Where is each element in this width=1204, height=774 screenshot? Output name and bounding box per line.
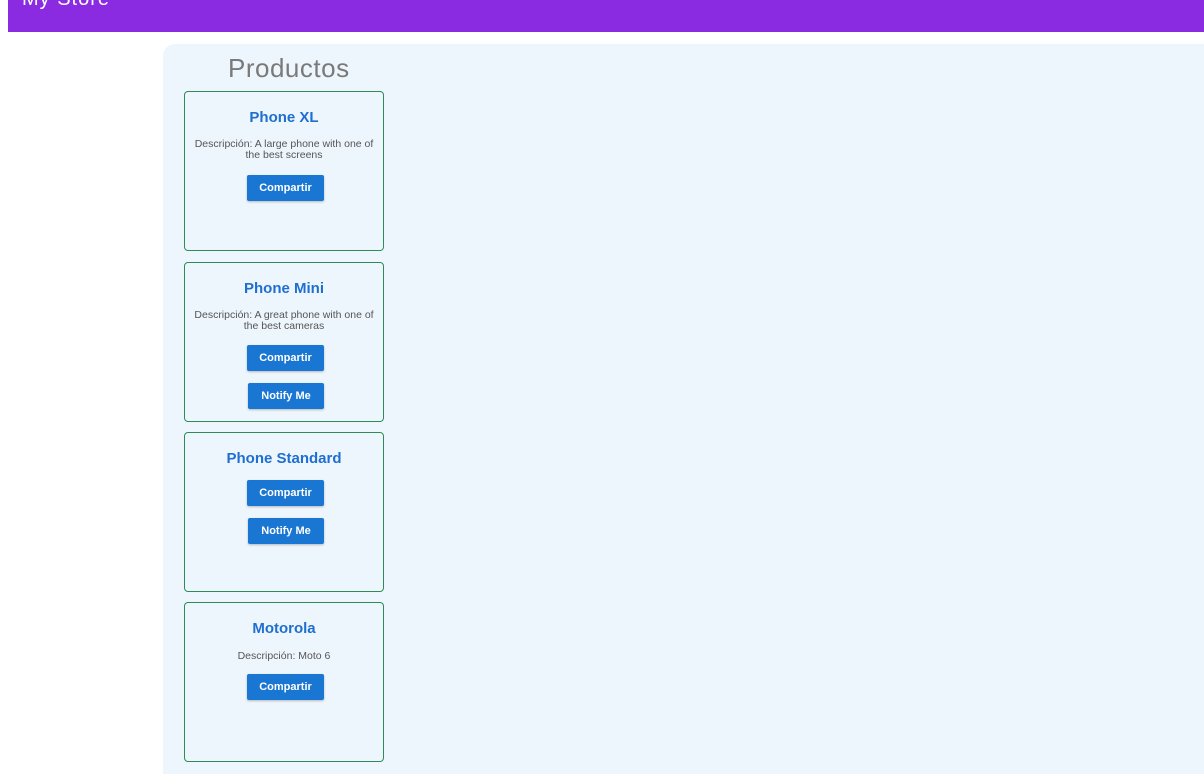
notify-me-button[interactable]: Notify Me — [248, 383, 324, 409]
product-card: Motorola Descripción: Moto 6 Compartir — [184, 602, 384, 762]
product-card: Phone Standard Compartir Notify Me — [184, 432, 384, 592]
product-description: Descripción: A large phone with one of t… — [194, 138, 374, 161]
share-button[interactable]: Compartir — [247, 345, 324, 371]
product-name-link[interactable]: Phone XL — [185, 108, 383, 128]
product-card: Phone Mini Descripción: A great phone wi… — [184, 262, 384, 422]
share-button[interactable]: Compartir — [247, 175, 324, 201]
share-button[interactable]: Compartir — [247, 674, 324, 700]
product-name-link[interactable]: Phone Mini — [185, 279, 383, 299]
product-card: Phone XL Descripción: A large phone with… — [184, 91, 384, 251]
product-name-link[interactable]: Motorola — [185, 619, 383, 639]
share-button[interactable]: Compartir — [247, 480, 324, 506]
notify-me-button[interactable]: Notify Me — [248, 518, 324, 544]
product-name-link[interactable]: Phone Standard — [185, 449, 383, 469]
store-title-link[interactable]: My Store — [22, 0, 110, 9]
top-bar: My Store — [8, 0, 1204, 32]
product-description: Descripción: Moto 6 — [237, 650, 331, 662]
page-title: Productos — [228, 53, 350, 83]
product-description: Descripción: A great phone with one of t… — [194, 309, 374, 332]
